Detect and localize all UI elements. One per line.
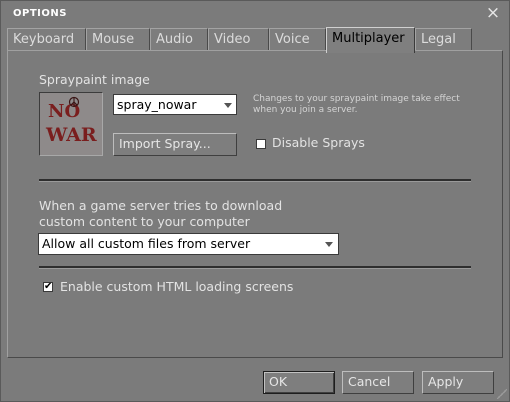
- cancel-button[interactable]: Cancel: [342, 371, 414, 394]
- tab-keyboard[interactable]: Keyboard: [7, 28, 86, 51]
- download-label-line2: custom content to your computer: [39, 214, 250, 229]
- spray-preview: NO WAR: [39, 92, 103, 156]
- spray-preview-image: NO WAR: [40, 93, 102, 155]
- close-icon[interactable]: ×: [485, 4, 501, 22]
- tab-mouse[interactable]: Mouse: [86, 28, 150, 51]
- chevron-down-icon: [325, 242, 333, 247]
- download-policy-select[interactable]: Allow all custom files from server: [38, 233, 339, 255]
- html-loading-label: Enable custom HTML loading screens: [60, 279, 294, 294]
- spray-select-value: spray_nowar: [117, 97, 197, 112]
- tab-multiplayer[interactable]: Multiplayer: [326, 27, 415, 53]
- spray-text-war: WAR: [45, 124, 97, 146]
- spray-select[interactable]: spray_nowar: [113, 94, 237, 115]
- tab-voice[interactable]: Voice: [269, 28, 326, 51]
- dialog-title: OPTIONS: [13, 8, 67, 19]
- title-bar[interactable]: OPTIONS ×: [1, 1, 509, 27]
- chevron-down-icon: [224, 103, 232, 108]
- apply-button[interactable]: Apply: [422, 371, 494, 394]
- tab-bar: Keyboard Mouse Audio Video Voice Multipl…: [1, 27, 509, 53]
- disable-sprays-checkbox[interactable]: [256, 139, 266, 149]
- tab-video[interactable]: Video: [208, 28, 269, 51]
- disable-sprays-label: Disable Sprays: [272, 135, 365, 150]
- ok-button[interactable]: OK: [263, 371, 335, 394]
- resize-grip[interactable]: [497, 389, 507, 399]
- check-icon: ✔: [44, 281, 53, 292]
- options-dialog: OPTIONS × Keyboard Mouse Audio Video Voi…: [0, 0, 510, 402]
- spray-hint-text: Changes to your spraypaint image take ef…: [253, 94, 460, 115]
- tab-legal[interactable]: Legal: [415, 28, 472, 51]
- section-divider: [39, 266, 471, 269]
- download-label-line1: When a game server tries to download: [39, 198, 283, 213]
- tab-audio[interactable]: Audio: [150, 28, 208, 51]
- import-spray-button[interactable]: Import Spray...: [113, 133, 237, 156]
- section-divider: [39, 179, 471, 182]
- spray-text-no: NO: [48, 101, 80, 122]
- spraypaint-label: Spraypaint image: [39, 72, 150, 87]
- html-loading-checkbox[interactable]: ✔: [43, 282, 53, 292]
- download-policy-value: Allow all custom files from server: [42, 236, 251, 251]
